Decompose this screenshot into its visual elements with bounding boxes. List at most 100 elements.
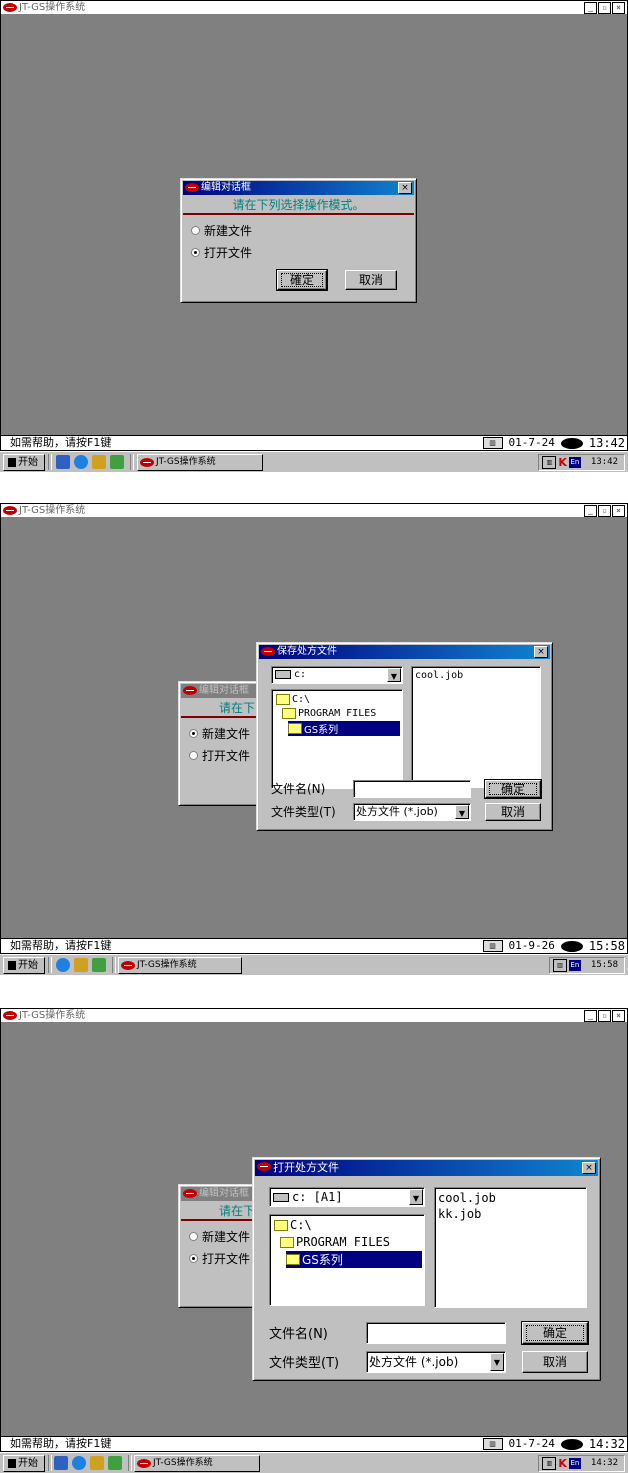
chevron-down-icon[interactable]: ▼ (455, 805, 469, 819)
tray-en-icon: En (568, 1458, 581, 1469)
ok-button[interactable]: 确定 (521, 1321, 589, 1345)
tray-en-icon: En (568, 960, 581, 971)
window-titlebar: JT-GS操作系统 _ ▫ × (1, 1009, 627, 1022)
window-title: JT-GS操作系统 (19, 1010, 86, 1021)
radio-open-file[interactable]: 打开文件 (189, 1250, 250, 1267)
filetype-select[interactable]: 处方文件 (*.job) ▼ (366, 1351, 506, 1373)
close-button[interactable]: × (612, 1010, 625, 1022)
window-title: JT-GS操作系统 (19, 2, 86, 13)
maximize-button[interactable]: ▫ (598, 505, 611, 517)
keyboard-icon: ▥ (482, 437, 503, 449)
close-button[interactable]: × (612, 505, 625, 517)
desktop-quicklaunch-icon[interactable] (54, 1456, 68, 1470)
file-list[interactable]: cool.job (411, 666, 541, 788)
drive-select[interactable]: c: [A1] ▼ (269, 1187, 425, 1207)
input-method-icon: ▥ (542, 456, 557, 469)
channels-quicklaunch-icon[interactable] (108, 1456, 122, 1470)
tree-item-root[interactable]: C:\ (274, 1218, 312, 1232)
folder-tree[interactable]: C:\ PROGRAM FILES GS系列 (269, 1214, 425, 1306)
save-dialog-title: 保存处方文件 (277, 646, 337, 657)
minimize-button[interactable]: _ (584, 505, 597, 517)
tree-item-program-files[interactable]: PROGRAM FILES (280, 1235, 390, 1249)
desktop-quicklaunch-icon[interactable] (56, 455, 70, 469)
chevron-down-icon[interactable]: ▼ (409, 1189, 423, 1205)
folder-tree[interactable]: C:\ PROGRAM FILES GS系列 (271, 689, 403, 789)
channels-quicklaunch-icon[interactable] (110, 455, 124, 469)
radio-new-file[interactable]: 新建文件 (189, 1228, 250, 1245)
minimize-button[interactable]: _ (584, 2, 597, 14)
folder-open-icon (282, 708, 296, 719)
dialog-close-button[interactable]: × (534, 646, 548, 658)
tree-item-gs[interactable]: GS系列 (286, 1251, 422, 1268)
filename-input[interactable] (366, 1322, 506, 1344)
chevron-down-icon[interactable]: ▼ (387, 668, 401, 682)
folder-open-icon (276, 694, 290, 705)
drive-select[interactable]: c: ▼ (271, 666, 403, 684)
close-button[interactable]: × (612, 2, 625, 14)
ok-button[interactable]: 确定 (484, 779, 542, 799)
radio-new-file[interactable]: 新建文件 (191, 222, 252, 239)
minimize-button[interactable]: _ (584, 1010, 597, 1022)
mode-prompt: 请在下列选择操作模式。 (232, 198, 365, 212)
outlook-quicklaunch-icon[interactable] (74, 958, 88, 972)
ie-quicklaunch-icon[interactable] (72, 1456, 86, 1470)
dialog-logo-icon (257, 1162, 271, 1171)
tree-item-root[interactable]: C:\ (276, 694, 310, 705)
radio-open-file[interactable]: 打开文件 (189, 747, 250, 764)
screenshot-1: JT-GS操作系统 _ ▫ × 编辑对话框 × 请在下列选择操作模式。 新建文件… (0, 0, 628, 472)
tree-item-program-files[interactable]: PROGRAM FILES (282, 708, 376, 719)
status-bar: 如需帮助，请按F1键 ▥ 01-7-24 13:42 (1, 435, 627, 450)
radio-open-file-indicator (189, 751, 198, 760)
taskbar-app-button[interactable]: JT-GS操作系统 (134, 1455, 260, 1472)
radio-new-file-label: 新建文件 (202, 1230, 251, 1244)
edit-dialog-title: 编辑对话框 (199, 685, 249, 696)
cancel-button-label: 取消 (500, 805, 525, 819)
taskbar: 开始 JT-GS操作系统 ▥ K En 14:32 (0, 1452, 628, 1473)
channels-quicklaunch-icon[interactable] (92, 958, 106, 972)
filetype-label: 文件类型(T) (271, 805, 336, 819)
taskbar-app-button[interactable]: JT-GS操作系统 (118, 957, 242, 974)
tree-item-label: GS系列 (302, 1253, 343, 1267)
outlook-quicklaunch-icon[interactable] (92, 455, 106, 469)
file-item[interactable]: cool.job (415, 670, 463, 681)
cancel-button[interactable]: 取消 (485, 803, 541, 821)
chevron-down-icon[interactable]: ▼ (490, 1353, 504, 1371)
file-item[interactable]: kk.job (438, 1207, 481, 1221)
file-item[interactable]: cool.job (438, 1191, 496, 1205)
start-icon (8, 1458, 16, 1468)
drive-icon (275, 669, 291, 679)
filename-input[interactable] (353, 780, 471, 798)
tray-en-icon: En (568, 457, 581, 468)
maximize-button[interactable]: ▫ (598, 2, 611, 14)
window-title: JT-GS操作系统 (19, 505, 86, 516)
clock-icon (560, 1438, 583, 1450)
folder-open-icon (286, 1254, 300, 1265)
ie-quicklaunch-icon[interactable] (74, 455, 88, 469)
maximize-button[interactable]: ▫ (598, 1010, 611, 1022)
file-list[interactable]: cool.job kk.job (434, 1187, 587, 1308)
cancel-button[interactable]: 取消 (345, 270, 397, 290)
tray-k-icon: K (558, 456, 567, 469)
ok-button[interactable]: 確定 (276, 269, 328, 291)
radio-open-file-indicator (191, 248, 200, 257)
outlook-quicklaunch-icon[interactable] (90, 1456, 104, 1470)
start-button[interactable]: 开始 (3, 1455, 45, 1472)
dialog-close-button[interactable]: × (398, 182, 412, 194)
folder-open-icon (280, 1236, 294, 1248)
taskbar: 开始 JT-GS操作系统 ▥ En 15:58 (0, 954, 628, 975)
ie-quicklaunch-icon[interactable] (56, 958, 70, 972)
filename-label: 文件名(N) (269, 1327, 328, 1342)
main-window: JT-GS操作系统 _ ▫ × 编辑对话框 请在下 新建文件 打开文件 (0, 503, 628, 954)
radio-open-file[interactable]: 打开文件 (191, 244, 252, 261)
filetype-select[interactable]: 处方文件 (*.job) ▼ (353, 803, 471, 821)
radio-new-file[interactable]: 新建文件 (189, 725, 250, 742)
start-button[interactable]: 开始 (3, 957, 45, 974)
start-button[interactable]: 开始 (3, 454, 45, 471)
tree-item-gs[interactable]: GS系列 (288, 721, 400, 736)
tray-time: 13:42 (590, 457, 618, 467)
dialog-close-button[interactable]: × (582, 1162, 596, 1174)
taskbar-app-button[interactable]: JT-GS操作系统 (137, 454, 263, 471)
cancel-button[interactable]: 取消 (522, 1351, 588, 1373)
system-tray: ▥ K En 13:42 (538, 454, 625, 471)
start-icon (8, 960, 16, 970)
